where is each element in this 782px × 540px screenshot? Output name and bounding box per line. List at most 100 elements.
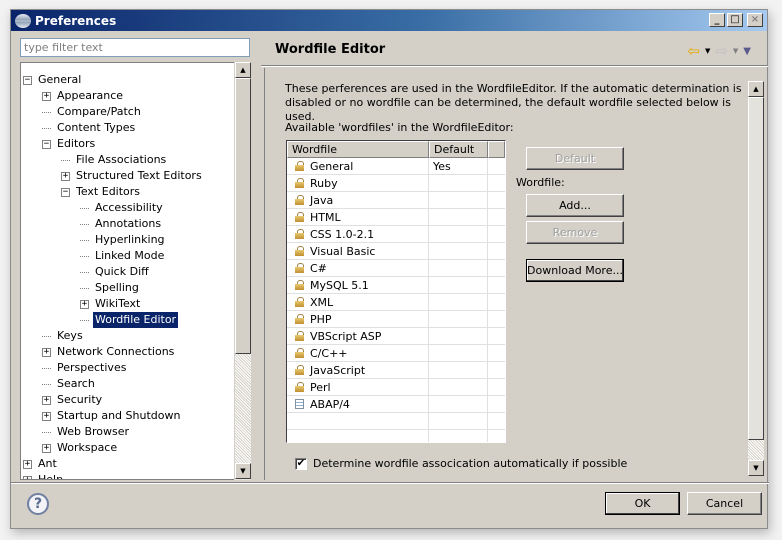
tree-item[interactable]: + Appearance [42, 88, 125, 104]
default-button[interactable]: Default [526, 147, 624, 170]
filter-input[interactable] [20, 38, 250, 57]
back-dropdown-icon[interactable]: ▼ [705, 47, 710, 55]
ok-button[interactable]: OK [605, 492, 680, 515]
page-scroll-down-button[interactable]: ▼ [748, 460, 764, 476]
auto-determine-option[interactable]: ✔ Determine wordfile assocication automa… [295, 457, 627, 470]
table-row[interactable]: General Yes [287, 157, 505, 175]
scroll-thumb[interactable] [235, 78, 251, 354]
wordfile-cell: Visual Basic [287, 242, 429, 260]
remove-button[interactable]: Remove [526, 221, 624, 244]
table-row[interactable]: HTML [287, 208, 505, 226]
page-scroll-track[interactable] [748, 440, 764, 460]
footer-separator [11, 482, 769, 484]
table-row[interactable]: C# [287, 259, 505, 277]
lock-icon [295, 314, 304, 324]
expand-icon[interactable]: + [61, 171, 70, 181]
add-button[interactable]: Add... [526, 194, 624, 217]
panel-splitter[interactable] [255, 38, 261, 481]
scroll-down-button[interactable]: ▼ [235, 463, 251, 479]
help-icon[interactable]: ? [27, 493, 49, 515]
tree-item[interactable]: − Text Editors [61, 184, 142, 200]
collapse-icon[interactable]: − [42, 139, 51, 149]
tree-item[interactable]: + Startup and Shutdown [42, 408, 182, 424]
tree-item[interactable]: + Network Connections [42, 344, 176, 360]
table-row[interactable]: Ruby [287, 174, 505, 192]
tree-item[interactable]: + Workspace [42, 440, 119, 456]
tree-item[interactable]: + WikiText [80, 296, 142, 312]
collapse-icon[interactable]: − [61, 187, 70, 197]
tree-item[interactable]: Compare/Patch [42, 104, 143, 120]
column-header-default[interactable]: Default [429, 141, 488, 158]
download-more-button[interactable]: Download More... [526, 259, 624, 282]
page-scrollbar[interactable]: ▲ ▼ [748, 81, 764, 476]
tree-item[interactable]: Perspectives [42, 360, 128, 376]
tree-item[interactable]: Accessibility [80, 200, 165, 216]
expand-icon[interactable]: + [42, 411, 51, 421]
tree-connector [80, 207, 89, 209]
expand-icon[interactable]: + [23, 459, 32, 469]
tree-connector [42, 335, 51, 337]
table-row[interactable]: CSS 1.0-2.1 [287, 225, 505, 243]
tree-item-label: File Associations [76, 153, 167, 166]
tree-item-label: Wordfile Editor [93, 312, 179, 328]
tree-item[interactable]: + Security [42, 392, 104, 408]
table-row[interactable]: JavaScript [287, 361, 505, 379]
expand-icon[interactable]: + [23, 475, 32, 479]
auto-determine-checkbox[interactable]: ✔ [295, 457, 307, 470]
view-menu-icon[interactable]: ▼ [743, 46, 751, 57]
expand-icon[interactable]: + [42, 91, 51, 101]
table-row[interactable]: C/C++ [287, 344, 505, 362]
tree-item[interactable]: Annotations [80, 216, 163, 232]
tree-connector [80, 255, 89, 257]
expand-icon[interactable]: + [42, 443, 51, 453]
tree-item[interactable]: Quick Diff [80, 264, 151, 280]
tree-item[interactable]: Wordfile Editor [80, 312, 179, 328]
expand-icon[interactable]: + [80, 299, 89, 309]
table-row[interactable]: VBScript ASP [287, 327, 505, 345]
minimize-button[interactable]: _ [709, 13, 725, 27]
forward-dropdown-icon[interactable]: ▼ [733, 47, 738, 55]
tree-item[interactable]: + Ant [23, 456, 59, 472]
tree-item[interactable]: Keys [42, 328, 85, 344]
tree-item[interactable]: Hyperlinking [80, 232, 167, 248]
table-row[interactable]: Perl [287, 378, 505, 396]
table-row[interactable]: XML [287, 293, 505, 311]
collapse-icon[interactable]: − [23, 75, 32, 85]
tree-item[interactable]: File Associations [61, 152, 168, 168]
table-row[interactable]: PHP [287, 310, 505, 328]
wordfile-name: XML [310, 295, 334, 309]
cancel-button[interactable]: Cancel [687, 492, 762, 515]
default-cell [429, 191, 488, 209]
back-arrow-icon[interactable]: ⇦ [687, 42, 700, 60]
expand-icon[interactable]: + [42, 347, 51, 357]
tree-item[interactable]: + Help [23, 472, 65, 479]
page-scroll-thumb[interactable] [748, 97, 764, 440]
table-row[interactable]: Visual Basic [287, 242, 505, 260]
scroll-track[interactable] [235, 354, 251, 464]
preferences-dialog: Preferences _ □ × −General+AppearanceCom… [10, 9, 769, 529]
tree-item-label: Linked Mode [95, 249, 165, 262]
table-row[interactable]: Java [287, 191, 505, 209]
tree-item[interactable]: + Structured Text Editors [61, 168, 204, 184]
tree-item[interactable]: Linked Mode [80, 248, 166, 264]
maximize-button[interactable]: □ [727, 13, 743, 27]
tree-item[interactable]: − General [23, 72, 83, 88]
forward-arrow-icon[interactable]: ⇨ [715, 42, 728, 60]
tree-connector [61, 159, 70, 161]
scroll-up-button[interactable]: ▲ [235, 62, 251, 78]
wordfile-cell: JavaScript [287, 361, 429, 379]
tree-item[interactable]: Web Browser [42, 424, 131, 440]
tree-item-label: Workspace [57, 441, 118, 454]
tree-item[interactable]: Search [42, 376, 97, 392]
expand-icon[interactable]: + [42, 395, 51, 405]
column-header-wordfile[interactable]: Wordfile [287, 141, 429, 158]
page-scroll-up-button[interactable]: ▲ [748, 81, 764, 97]
lock-icon [295, 263, 304, 273]
tree-item[interactable]: Spelling [80, 280, 141, 296]
close-button[interactable]: × [747, 13, 763, 27]
table-row[interactable]: MySQL 5.1 [287, 276, 505, 294]
tree-item[interactable]: Content Types [42, 120, 137, 136]
tree-item[interactable]: − Editors [42, 136, 97, 152]
table-row[interactable]: ABAP/4 [287, 395, 505, 413]
tree-scrollbar[interactable]: ▲ ▼ [234, 62, 251, 480]
